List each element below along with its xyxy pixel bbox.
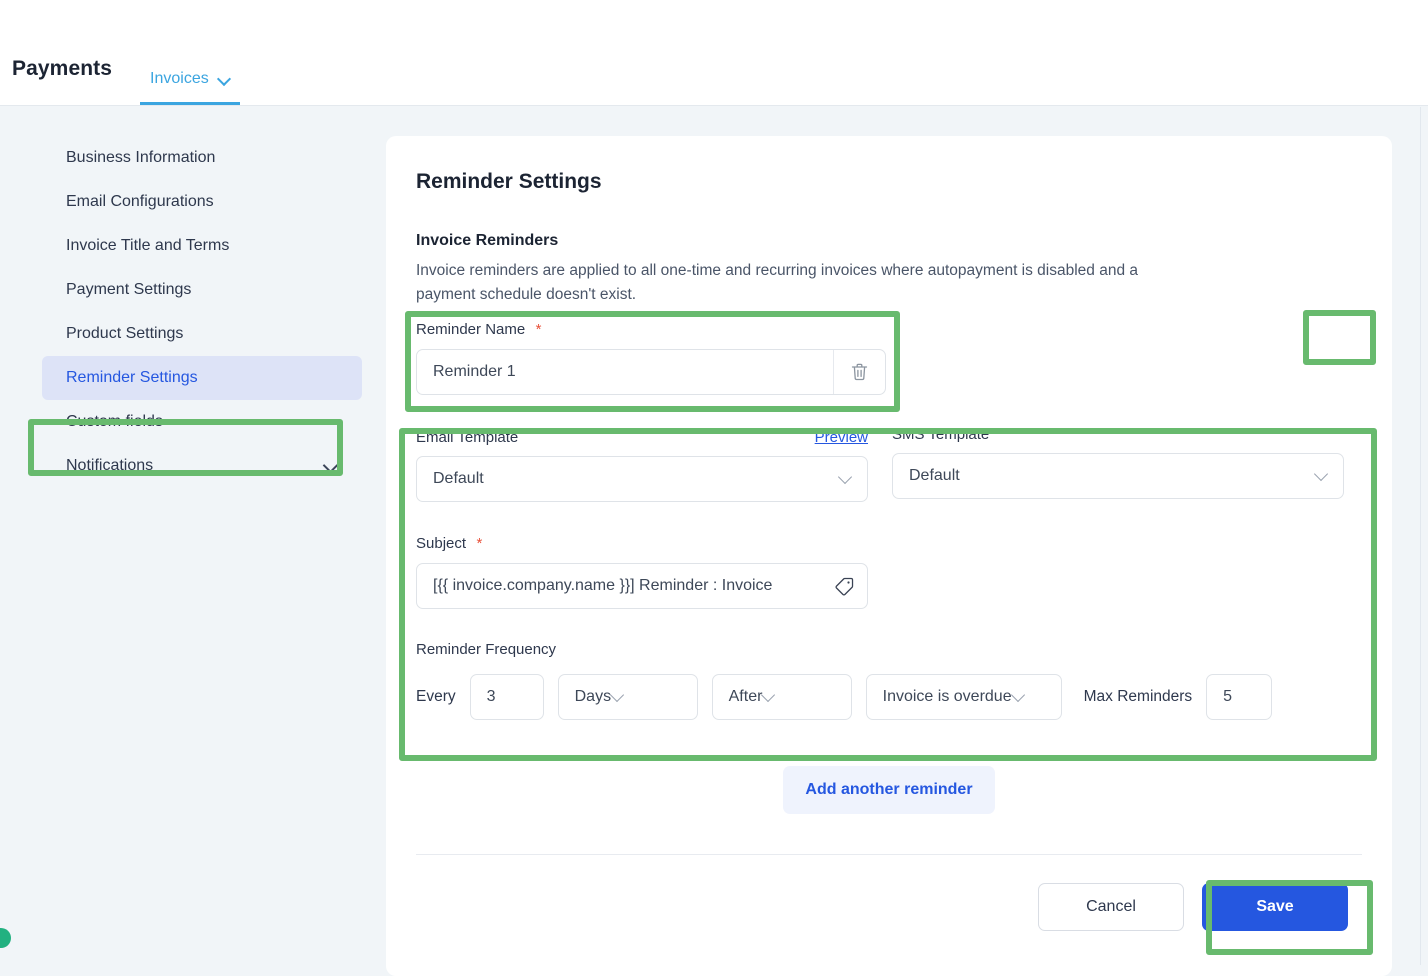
chevron-down-icon[interactable] bbox=[218, 73, 230, 85]
tab-invoices[interactable]: Invoices bbox=[140, 70, 240, 105]
right-edge-divider bbox=[1420, 107, 1421, 965]
settings-sidebar: Business Information Email Configuration… bbox=[0, 106, 386, 965]
sidebar-item-label: Business Information bbox=[66, 149, 216, 166]
page-body: Business Information Email Configuration… bbox=[0, 106, 1428, 976]
sidebar-item-label: Reminder Settings bbox=[66, 369, 198, 386]
sidebar-item-label: Notifications bbox=[66, 457, 154, 474]
email-template-col: Email Template Preview Default bbox=[416, 429, 868, 503]
cancel-button[interactable]: Cancel bbox=[1038, 883, 1184, 932]
chevron-down-icon bbox=[839, 472, 853, 486]
sidebar-item-label: Payment Settings bbox=[66, 281, 192, 298]
main-content: Reminder Settings Invoice Reminders Invo… bbox=[386, 106, 1428, 976]
sidebar-item-invoice-title-and-terms[interactable]: Invoice Title and Terms bbox=[42, 224, 362, 268]
subject-label: Subject bbox=[416, 535, 467, 553]
interval-unit-value: Days bbox=[574, 688, 612, 706]
template-row: Email Template Preview Default SMS Templ… bbox=[416, 426, 1362, 503]
sidebar-item-email-configurations[interactable]: Email Configurations bbox=[42, 180, 362, 224]
nav-tabs: Invoices bbox=[140, 70, 240, 105]
app-title: Payments bbox=[12, 57, 113, 80]
sidebar-item-custom-fields[interactable]: Custom fields bbox=[42, 400, 362, 444]
interval-input[interactable]: 3 bbox=[469, 674, 544, 721]
trash-icon[interactable] bbox=[833, 350, 885, 395]
event-value: Invoice is overdue bbox=[882, 688, 1012, 706]
relation-select[interactable]: After bbox=[711, 674, 852, 721]
reminder-name-block: Reminder Name * Reminder 1 bbox=[416, 321, 886, 396]
chevron-down-icon bbox=[1315, 469, 1329, 483]
chevron-down-icon bbox=[1012, 690, 1026, 704]
sidebar-item-label: Email Configurations bbox=[66, 193, 214, 210]
sidebar-item-label: Custom fields bbox=[66, 413, 163, 430]
email-template-label-line: Email Template Preview bbox=[416, 429, 868, 446]
page-title: Reminder Settings bbox=[416, 170, 602, 193]
chevron-down-icon[interactable] bbox=[324, 459, 338, 473]
reminder-name-input-group: Reminder 1 bbox=[416, 349, 886, 396]
sidebar-item-notifications[interactable]: Notifications bbox=[42, 444, 362, 488]
subject-label-line: Subject * bbox=[416, 535, 868, 553]
reminder-name-input[interactable]: Reminder 1 bbox=[417, 350, 833, 394]
required-marker: * bbox=[535, 321, 542, 339]
sms-template-label: SMS Template bbox=[892, 426, 990, 444]
chevron-down-icon bbox=[762, 690, 776, 704]
email-template-label: Email Template bbox=[416, 429, 519, 447]
sms-template-col: SMS Template Default bbox=[892, 426, 1344, 502]
reminder-settings-card: Reminder Settings Invoice Reminders Invo… bbox=[386, 136, 1392, 976]
relation-value: After bbox=[728, 688, 763, 706]
sidebar-item-label: Invoice Title and Terms bbox=[66, 237, 230, 254]
email-template-value: Default bbox=[433, 470, 484, 488]
max-reminders-input[interactable]: 5 bbox=[1206, 674, 1273, 721]
sms-template-label-line: SMS Template bbox=[892, 426, 1344, 443]
max-reminders-label: Max Reminders bbox=[1083, 688, 1193, 706]
tag-icon[interactable] bbox=[821, 564, 867, 608]
subject-block: Subject * [{{ invoice.company.name }}] R… bbox=[416, 535, 868, 610]
event-select[interactable]: Invoice is overdue bbox=[865, 674, 1062, 721]
add-reminder-row: Add another reminder bbox=[416, 766, 1362, 815]
sms-template-value: Default bbox=[909, 467, 960, 485]
section-description: Invoice reminders are applied to all one… bbox=[416, 262, 1139, 304]
footer-actions: Cancel Save bbox=[416, 883, 1362, 932]
sidebar-item-label: Product Settings bbox=[66, 325, 184, 342]
interval-unit-select[interactable]: Days bbox=[557, 674, 698, 721]
top-header: Payments Invoices bbox=[0, 0, 1428, 106]
subject-input-group: [{{ invoice.company.name }}] Reminder : … bbox=[416, 563, 868, 610]
every-label: Every bbox=[416, 688, 456, 706]
required-marker: * bbox=[476, 535, 483, 553]
add-another-reminder-button[interactable]: Add another reminder bbox=[783, 766, 995, 815]
frequency-controls: Every 3 Days After Invoice is overdue Ma… bbox=[416, 674, 1362, 721]
reminder-name-label: Reminder Name bbox=[416, 321, 526, 339]
footer-divider bbox=[416, 854, 1362, 856]
reminder-frequency-label: Reminder Frequency bbox=[416, 641, 557, 659]
section-title: Invoice Reminders bbox=[416, 232, 559, 249]
reminder-name-label-line: Reminder Name * bbox=[416, 321, 886, 339]
save-button[interactable]: Save bbox=[1202, 883, 1348, 932]
preview-link[interactable]: Preview bbox=[815, 429, 868, 446]
sidebar-item-business-information[interactable]: Business Information bbox=[42, 136, 362, 180]
sidebar-item-reminder-settings[interactable]: Reminder Settings bbox=[42, 356, 362, 400]
reminder-config-block: Email Template Preview Default SMS Templ… bbox=[416, 426, 1362, 721]
frequency-block: Reminder Frequency Every 3 Days After In… bbox=[416, 641, 1362, 721]
subject-input[interactable]: [{{ invoice.company.name }}] Reminder : … bbox=[417, 564, 821, 608]
tab-invoices-label: Invoices bbox=[150, 70, 209, 87]
reminder-name-row: Reminder Name * Reminder 1 bbox=[416, 321, 1362, 396]
email-template-select[interactable]: Default bbox=[416, 456, 868, 503]
sidebar-item-payment-settings[interactable]: Payment Settings bbox=[42, 268, 362, 312]
sms-template-select[interactable]: Default bbox=[892, 453, 1344, 500]
chevron-down-icon bbox=[611, 690, 625, 704]
sidebar-item-product-settings[interactable]: Product Settings bbox=[42, 312, 362, 356]
